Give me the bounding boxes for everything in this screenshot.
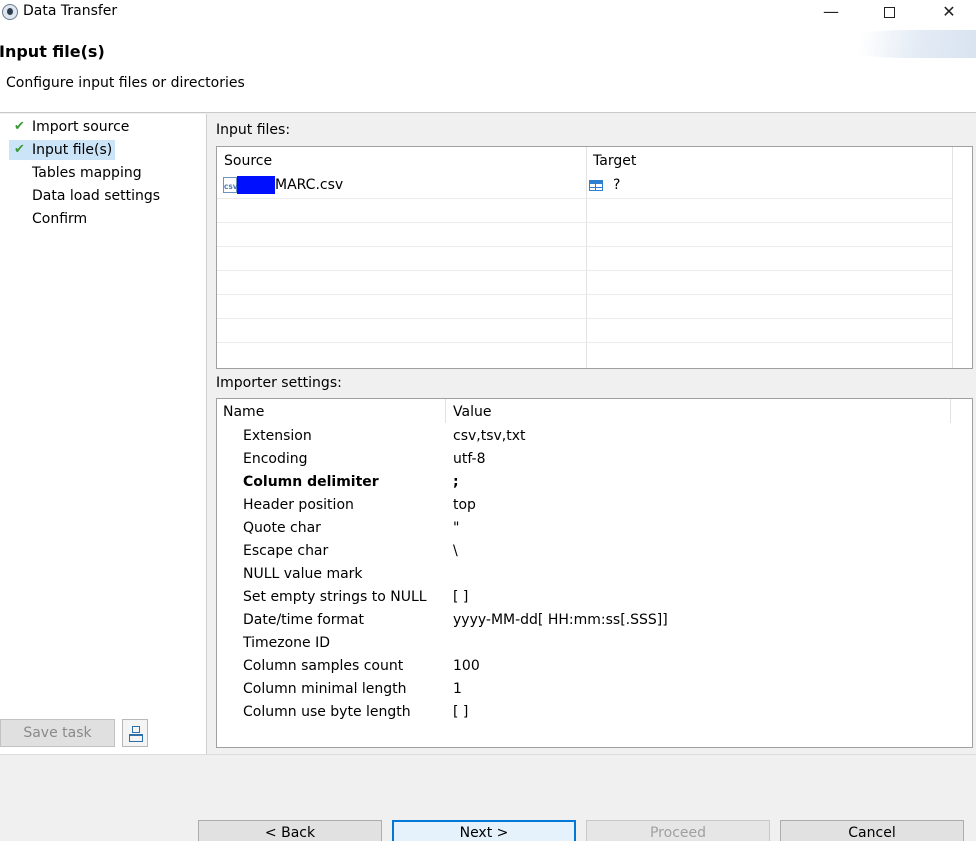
setting-extension[interactable]: Extension csv,tsv,txt [217, 427, 952, 450]
step-data-load-settings[interactable]: Data load settings [9, 186, 163, 206]
setting-column-minimal-length[interactable]: Column minimal length 1 [217, 680, 952, 703]
column-divider [950, 399, 951, 423]
setting-name: Header position [243, 497, 354, 513]
minimize-icon: — [823, 2, 839, 21]
step-label: Input file(s) [32, 142, 113, 158]
setting-name: Quote char [243, 520, 321, 536]
setting-checkbox[interactable]: [ ] [453, 704, 468, 720]
setting-value[interactable]: 1 [453, 681, 462, 697]
setting-name: Set empty strings to NULL [243, 589, 427, 605]
setting-timezone-id[interactable]: Timezone ID [217, 634, 952, 657]
importer-settings-table[interactable]: Name Value Extension csv,tsv,txt Encodin… [216, 398, 973, 748]
check-icon: ✔ [14, 119, 25, 134]
tasks-button[interactable] [122, 719, 148, 747]
column-header-value[interactable]: Value [453, 404, 491, 420]
column-header-source[interactable]: Source [224, 153, 272, 169]
setting-value[interactable]: yyyy-MM-dd[ HH:mm:ss[.SSS]] [453, 612, 668, 628]
step-label: Import source [32, 119, 130, 135]
close-icon: ✕ [942, 2, 956, 21]
back-button[interactable]: < Back [198, 820, 382, 841]
setting-name: Column minimal length [243, 681, 407, 697]
app-icon [2, 4, 18, 20]
row-separator [217, 222, 952, 223]
row-separator [217, 198, 952, 199]
setting-name: Column use byte length [243, 704, 411, 720]
setting-value[interactable]: top [453, 497, 476, 513]
maximize-icon [883, 7, 895, 18]
setting-encoding[interactable]: Encoding utf-8 [217, 450, 952, 473]
main-panel: Input files: Source Target CSV MARC.csv … [209, 114, 976, 754]
csv-file-icon: CSV [223, 177, 237, 193]
source-file-name: MARC.csv [275, 177, 344, 193]
page-title: Input file(s) [0, 42, 105, 61]
redacted-text [237, 176, 275, 194]
setting-name: Column delimiter [243, 474, 379, 490]
step-confirm[interactable]: Confirm [9, 209, 90, 229]
step-input-files[interactable]: ✔ Input file(s) [9, 140, 116, 160]
setting-quote-char[interactable]: Quote char " [217, 519, 952, 542]
setting-name: Timezone ID [243, 635, 331, 651]
page-subtitle: Configure input files or directories [6, 75, 245, 91]
step-label: Tables mapping [32, 165, 142, 181]
target-table-name: ? [613, 177, 621, 193]
setting-name: Escape char [243, 543, 329, 559]
check-icon: ✔ [14, 142, 25, 157]
setting-column-use-byte-length[interactable]: Column use byte length [ ] [217, 703, 952, 726]
setting-name: Date/time format [243, 612, 364, 628]
row-separator [217, 246, 952, 247]
wizard-header: Input file(s) Configure input files or d… [0, 24, 976, 113]
table-icon [589, 180, 603, 191]
setting-header-position[interactable]: Header position top [217, 496, 952, 519]
step-label: Confirm [32, 211, 88, 227]
wizard-steps-sidebar: ✔ Import source ✔ Input file(s) Tables m… [0, 114, 207, 754]
setting-value[interactable]: csv,tsv,txt [453, 428, 526, 444]
step-tables-mapping[interactable]: Tables mapping [9, 163, 145, 183]
setting-empty-strings-null[interactable]: Set empty strings to NULL [ ] [217, 588, 952, 611]
minimize-button[interactable]: — [808, 0, 854, 24]
column-header-target[interactable]: Target [593, 153, 636, 169]
setting-value[interactable]: utf-8 [453, 451, 485, 467]
title-bar: Data Transfer — ✕ [0, 0, 976, 24]
column-divider [586, 147, 587, 368]
close-button[interactable]: ✕ [926, 0, 972, 24]
step-import-source[interactable]: ✔ Import source [9, 117, 132, 137]
importer-settings-label: Importer settings: [216, 375, 342, 391]
window-title: Data Transfer [23, 3, 118, 19]
maximize-button[interactable] [866, 0, 912, 24]
setting-value[interactable]: \ [453, 543, 458, 559]
save-task-button[interactable]: Save task [0, 719, 115, 747]
column-divider [952, 147, 953, 368]
row-separator [217, 318, 952, 319]
row-separator [217, 294, 952, 295]
setting-datetime-format[interactable]: Date/time format yyyy-MM-dd[ HH:mm:ss[.S… [217, 611, 952, 634]
step-label: Data load settings [32, 188, 161, 204]
header-banner-graphic [826, 30, 976, 58]
setting-column-delimiter[interactable]: Column delimiter ; [217, 473, 952, 496]
input-files-label: Input files: [216, 122, 291, 138]
cancel-button[interactable]: Cancel [780, 820, 964, 841]
row-separator [217, 342, 952, 343]
setting-value[interactable]: ; [453, 474, 459, 490]
tasks-icon [129, 726, 143, 742]
row-separator [217, 270, 952, 271]
setting-name: Extension [243, 428, 312, 444]
input-files-table[interactable]: Source Target CSV MARC.csv ? [216, 146, 973, 369]
setting-checkbox[interactable]: [ ] [453, 589, 468, 605]
column-header-name[interactable]: Name [223, 404, 264, 420]
setting-name: Encoding [243, 451, 308, 467]
setting-name: NULL value mark [243, 566, 363, 582]
proceed-button[interactable]: Proceed [586, 820, 770, 841]
column-divider [445, 399, 446, 423]
setting-column-samples-count[interactable]: Column samples count 100 [217, 657, 952, 680]
setting-name: Column samples count [243, 658, 404, 674]
setting-value[interactable]: 100 [453, 658, 480, 674]
setting-null-value-mark[interactable]: NULL value mark [217, 565, 952, 588]
setting-value[interactable]: " [453, 520, 459, 536]
setting-escape-char[interactable]: Escape char \ [217, 542, 952, 565]
next-button[interactable]: Next > [392, 820, 576, 841]
